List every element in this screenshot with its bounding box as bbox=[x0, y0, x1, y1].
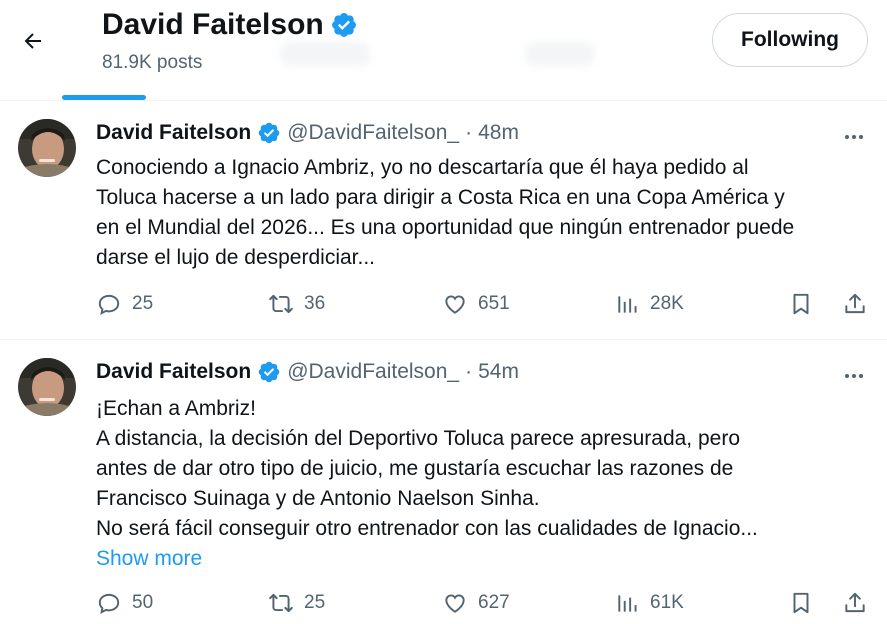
profile-header: David Faitelson 81.9K posts Following bbox=[0, 0, 887, 101]
tweet-header: David Faitelson @DavidFaitelson_ · 54m bbox=[96, 360, 519, 384]
heart-icon bbox=[445, 594, 465, 613]
separator-dot: · bbox=[465, 360, 473, 383]
timestamp[interactable]: 54m bbox=[478, 360, 519, 384]
like-count: 651 bbox=[478, 293, 510, 314]
separator-dot: · bbox=[465, 121, 473, 144]
blurred-tab bbox=[280, 42, 370, 66]
blurred-tab bbox=[525, 42, 595, 66]
tweet-line: darse el lujo de desperdiciar... bbox=[96, 246, 375, 269]
bookmark-button[interactable] bbox=[788, 291, 814, 317]
author-name[interactable]: David Faitelson bbox=[96, 360, 251, 384]
views-button[interactable]: 28K bbox=[614, 291, 684, 317]
following-button[interactable]: Following bbox=[712, 13, 868, 67]
reply-icon bbox=[98, 294, 120, 316]
more-options-button[interactable] bbox=[840, 125, 868, 149]
active-tab-indicator bbox=[62, 95, 146, 100]
bookmark-button[interactable] bbox=[788, 590, 814, 616]
timestamp[interactable]: 48m bbox=[478, 121, 519, 145]
tweet[interactable]: David Faitelson @DavidFaitelson_ · 54m ¡… bbox=[0, 340, 887, 624]
views-chart-icon bbox=[618, 296, 637, 313]
avatar[interactable] bbox=[18, 119, 76, 177]
share-icon bbox=[845, 592, 865, 613]
like-count: 627 bbox=[478, 592, 510, 613]
tweet-line: A distancia, la decisión del Deportivo T… bbox=[96, 427, 741, 450]
share-icon bbox=[845, 293, 865, 314]
reply-button[interactable]: 50 bbox=[96, 590, 153, 616]
retweet-button[interactable]: 36 bbox=[268, 291, 325, 317]
like-button[interactable]: 627 bbox=[442, 590, 510, 616]
reply-count: 50 bbox=[132, 592, 154, 613]
tweet-line: No será fácil conseguir otro entrenador … bbox=[96, 517, 758, 540]
view-count: 61K bbox=[650, 592, 684, 613]
retweet-count: 25 bbox=[304, 592, 326, 613]
retweet-icon bbox=[269, 593, 293, 613]
like-button[interactable]: 651 bbox=[442, 291, 510, 317]
verified-badge-icon bbox=[257, 360, 281, 384]
more-horizontal-icon bbox=[845, 135, 863, 139]
profile-name: David Faitelson bbox=[102, 8, 358, 42]
bookmark-icon bbox=[793, 293, 809, 315]
author-handle[interactable]: @DavidFaitelson_ bbox=[287, 360, 459, 384]
tweet-line: Francisco Suinaga y de Antonio Naelson S… bbox=[96, 487, 540, 510]
tweet-text: Conociendo a Ignacio Ambriz, yo no desca… bbox=[96, 153, 871, 273]
more-options-button[interactable] bbox=[840, 364, 868, 388]
more-horizontal-icon bbox=[845, 374, 863, 378]
verified-badge-icon bbox=[330, 11, 358, 39]
post-count: 81.9K posts bbox=[102, 52, 203, 73]
avatar[interactable] bbox=[18, 358, 76, 416]
tweet-line: Toluca hacerse a un lado para dirigir a … bbox=[96, 186, 785, 209]
views-chart-icon bbox=[618, 595, 637, 612]
retweet-button[interactable]: 25 bbox=[268, 590, 325, 616]
retweet-count: 36 bbox=[304, 293, 326, 314]
profile-name-text: David Faitelson bbox=[102, 8, 324, 41]
reply-count: 25 bbox=[132, 293, 154, 314]
bookmark-icon bbox=[793, 592, 809, 614]
tweet[interactable]: David Faitelson @DavidFaitelson_ · 48m C… bbox=[0, 101, 887, 340]
tweet-actions: 50 25 627 61K bbox=[96, 590, 871, 620]
tweet-header: David Faitelson @DavidFaitelson_ · 48m bbox=[96, 121, 519, 145]
reply-button[interactable]: 25 bbox=[96, 291, 153, 317]
share-button[interactable] bbox=[842, 590, 868, 616]
heart-icon bbox=[445, 295, 465, 314]
tweet-line: en el Mundial del 2026... Es una oportun… bbox=[96, 216, 795, 239]
author-handle[interactable]: @DavidFaitelson_ bbox=[287, 121, 459, 145]
tweet-line: ¡Echan a Ambriz! bbox=[96, 397, 256, 420]
reply-icon bbox=[98, 593, 120, 615]
views-button[interactable]: 61K bbox=[614, 590, 684, 616]
arrow-left-icon bbox=[24, 33, 41, 49]
share-button[interactable] bbox=[842, 291, 868, 317]
tweet-line: antes de dar otro tipo de juicio, me gus… bbox=[96, 457, 734, 480]
tweet-line: Conociendo a Ignacio Ambriz, yo no desca… bbox=[96, 156, 749, 179]
show-more-link[interactable]: Show more bbox=[96, 544, 202, 574]
retweet-icon bbox=[269, 294, 293, 314]
back-button[interactable] bbox=[14, 22, 52, 60]
view-count: 28K bbox=[650, 293, 684, 314]
author-name[interactable]: David Faitelson bbox=[96, 121, 251, 145]
verified-badge-icon bbox=[257, 121, 281, 145]
tweet-actions: 25 36 651 28K bbox=[96, 291, 871, 321]
tweet-text: ¡Echan a Ambriz! A distancia, la decisió… bbox=[96, 394, 871, 574]
